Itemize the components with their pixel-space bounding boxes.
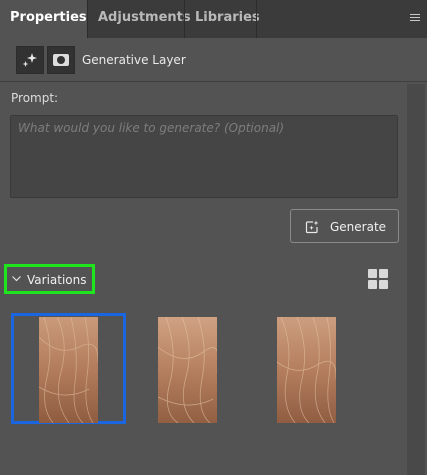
variations-section-header[interactable]: Variations [4,264,95,294]
hair-texture-thumbnail [39,317,98,423]
variations-label: Variations [27,273,87,287]
tab-properties[interactable]: Properties [0,0,87,38]
layer-mask-icon[interactable] [47,46,75,74]
layer-title: Generative Layer [82,53,186,67]
generate-button[interactable]: Generate [290,209,399,243]
prompt-input[interactable] [10,115,398,198]
layer-header [0,38,427,82]
prompt-label: Prompt: [11,91,59,105]
chevron-down-icon [12,276,21,282]
tab-libraries[interactable]: Libraries [185,0,260,38]
grid-view-icon[interactable] [368,269,389,290]
variation-thumbnail-2[interactable] [130,313,245,424]
generate-sparkle-icon [305,220,319,234]
tab-divider [256,0,257,38]
generate-button-label: Generate [330,220,387,234]
hair-texture-thumbnail [277,317,336,423]
variation-thumbnail-3[interactable] [249,313,364,424]
generative-sparkle-icon[interactable] [16,46,44,74]
tab-adjustments[interactable]: Adjustments [88,0,191,38]
panel-tab-bar: Properties Adjustments Libraries [0,0,427,38]
scrollbar[interactable] [407,84,425,475]
hamburger-menu-icon[interactable] [410,14,420,23]
hair-texture-thumbnail [158,317,217,423]
variation-thumbnail-1[interactable] [11,313,126,424]
